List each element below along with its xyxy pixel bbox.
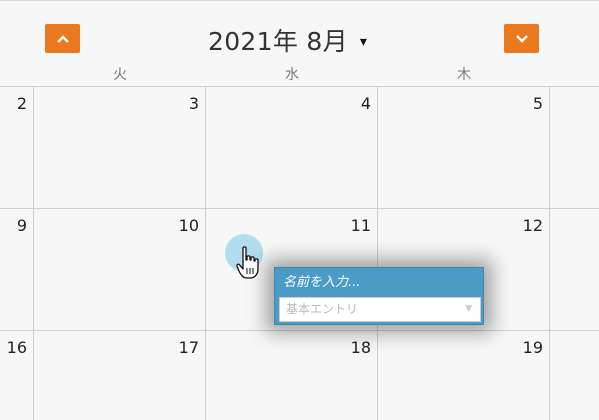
dropdown-arrow-icon: ▼ — [465, 304, 472, 314]
day-cell[interactable]: 5 — [378, 87, 550, 209]
day-cell[interactable]: 9 — [0, 209, 34, 331]
month-title: 2021年 8月 — [208, 27, 348, 56]
day-cell[interactable] — [550, 87, 599, 209]
day-cell[interactable]: 19 — [378, 331, 550, 420]
chevron-down-icon — [515, 34, 528, 43]
day-cell[interactable]: 3 — [34, 87, 206, 209]
day-number: 2 — [16, 94, 27, 113]
month-grid: 2 3 4 5 9 10 11 12 16 17 18 19 — [0, 86, 599, 420]
weekday-wed: 水 — [285, 67, 299, 83]
day-number: 16 — [6, 338, 27, 357]
day-number: 18 — [350, 338, 371, 357]
day-cell[interactable]: 4 — [206, 87, 378, 209]
day-number: 19 — [522, 338, 543, 357]
day-cell[interactable] — [550, 331, 599, 420]
caret-down-icon: ▾ — [359, 34, 367, 50]
day-number: 10 — [178, 216, 199, 235]
entry-type-select[interactable]: 基本エントリ ▼ — [279, 297, 481, 322]
day-cell[interactable]: 10 — [34, 209, 206, 331]
day-number: 12 — [522, 216, 543, 235]
weekday-tue: 火 — [113, 67, 127, 83]
month-title-dropdown[interactable]: 2021年 8月 ▾ — [208, 23, 367, 57]
chevron-up-icon — [56, 34, 69, 43]
quick-entry-popup: 名前を入力... 基本エントリ ▼ — [274, 267, 484, 325]
day-cell[interactable] — [550, 209, 599, 331]
calendar-header: 2021年 8月 ▾ — [0, 0, 599, 64]
previous-month-button[interactable] — [45, 24, 80, 53]
day-cell[interactable]: 17 — [34, 331, 206, 420]
day-number: 17 — [178, 338, 199, 357]
weekday-thu: 木 — [457, 67, 471, 83]
next-month-button[interactable] — [504, 24, 539, 53]
day-number: 5 — [532, 94, 543, 113]
day-cell[interactable]: 2 — [0, 87, 34, 209]
entry-name-input[interactable]: 名前を入力... — [279, 272, 479, 294]
day-number: 11 — [350, 216, 371, 235]
day-cell[interactable]: 16 — [0, 331, 34, 420]
entry-type-value: 基本エントリ — [286, 302, 359, 316]
day-number: 3 — [188, 94, 199, 113]
day-cell[interactable]: 18 — [206, 331, 378, 420]
day-number: 4 — [360, 94, 371, 113]
day-number: 9 — [16, 216, 27, 235]
hand-pointer-icon — [236, 246, 259, 279]
